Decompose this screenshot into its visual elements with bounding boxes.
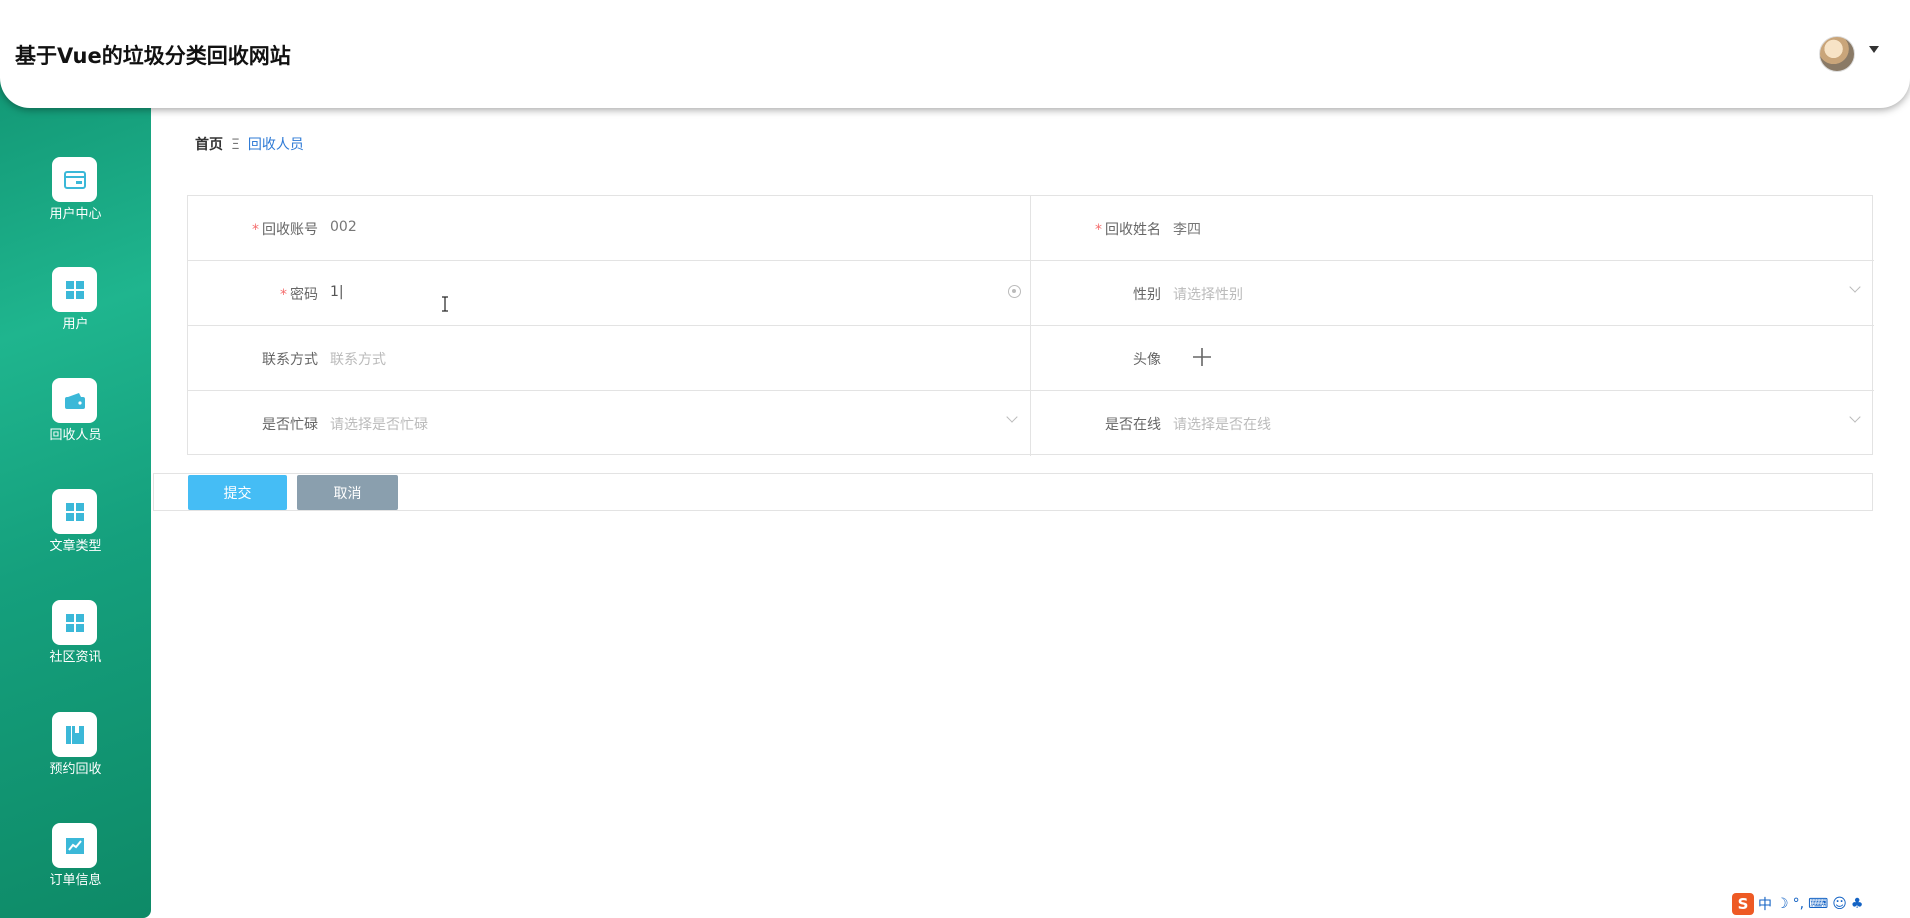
avatar-row: 头像 bbox=[1031, 326, 1874, 391]
contact-input[interactable]: 联系方式 bbox=[330, 349, 386, 369]
name-row: * 回收姓名 李四 bbox=[1031, 196, 1874, 261]
sidebar-item-recyclers[interactable]: 回收人员 bbox=[0, 378, 151, 458]
chevron-down-icon[interactable] bbox=[1849, 411, 1861, 423]
grid-icon bbox=[52, 600, 97, 645]
plus-icon[interactable] bbox=[1191, 346, 1213, 372]
chevron-down-icon[interactable] bbox=[1006, 411, 1018, 423]
breadcrumb-home[interactable]: 首页 bbox=[195, 137, 223, 153]
caret-down-icon[interactable] bbox=[1869, 46, 1879, 53]
account-row: * 回收账号 002 bbox=[188, 196, 1031, 261]
sidebar-item-label: 文章类型 bbox=[49, 539, 102, 554]
user-icon[interactable]: ☺ bbox=[1832, 896, 1847, 912]
gender-row: 性别 请选择性别 bbox=[1031, 261, 1874, 326]
account-label: * 回收账号 bbox=[252, 222, 318, 238]
sidebar-item-label: 订单信息 bbox=[49, 873, 102, 888]
submit-button[interactable]: 提交 bbox=[188, 475, 287, 510]
name-label: * 回收姓名 bbox=[1095, 222, 1161, 238]
contact-row: 联系方式 联系方式 bbox=[188, 326, 1031, 391]
sidebar-item-article-types[interactable]: 文章类型 bbox=[0, 489, 151, 569]
busy-select[interactable]: 请选择是否忙碌 bbox=[330, 414, 428, 434]
gender-select[interactable]: 请选择性别 bbox=[1173, 284, 1243, 304]
sidebar-item-orders[interactable]: 订单信息 bbox=[0, 823, 151, 903]
clear-icon[interactable] bbox=[1008, 285, 1021, 298]
password-input[interactable]: 1| bbox=[330, 284, 344, 300]
sidebar-item-community-news[interactable]: 社区资讯 bbox=[0, 600, 151, 680]
shirt-icon[interactable]: ♣ bbox=[1851, 896, 1864, 912]
sidebar-item-user-center[interactable]: 用户中心 bbox=[0, 157, 151, 237]
grid-icon bbox=[52, 267, 97, 312]
password-label: * 密码 bbox=[280, 287, 318, 303]
top-header: 基于Vue的垃圾分类回收网站 bbox=[0, 0, 1910, 108]
moon-icon[interactable]: ☽ bbox=[1776, 896, 1789, 912]
sidebar-item-label: 预约回收 bbox=[49, 762, 102, 777]
busy-row: 是否忙碌 请选择是否忙碌 bbox=[188, 391, 1031, 456]
book-icon bbox=[52, 712, 97, 757]
cancel-button[interactable]: 取消 bbox=[297, 475, 398, 510]
breadcrumb: 首页 Ξ 回收人员 bbox=[195, 134, 304, 154]
sidebar-item-booking[interactable]: 预约回收 bbox=[0, 712, 151, 792]
breadcrumb-separator: Ξ bbox=[231, 137, 240, 153]
sidebar-item-users[interactable]: 用户 bbox=[0, 267, 151, 347]
sidebar-item-label: 用户 bbox=[62, 317, 89, 332]
wallet-icon bbox=[52, 378, 97, 423]
breadcrumb-current[interactable]: 回收人员 bbox=[248, 137, 304, 153]
text-cursor-icon bbox=[440, 296, 450, 312]
ime-punctuation[interactable]: °, bbox=[1793, 896, 1804, 912]
site-title: 基于Vue的垃圾分类回收网站 bbox=[15, 44, 291, 68]
online-label: 是否在线 bbox=[1105, 417, 1161, 433]
sogou-logo-icon[interactable]: S bbox=[1732, 893, 1754, 915]
account-input[interactable]: 002 bbox=[330, 219, 357, 235]
chart-icon bbox=[52, 823, 97, 868]
contact-label: 联系方式 bbox=[262, 352, 318, 368]
online-select[interactable]: 请选择是否在线 bbox=[1173, 414, 1271, 434]
form-actions: 提交 取消 bbox=[153, 473, 1873, 511]
sidebar-item-label: 用户中心 bbox=[49, 207, 102, 222]
card-icon bbox=[52, 157, 97, 202]
ime-toolbar: S 中 ☽ °, ⌨ ☺ ♣ bbox=[1732, 893, 1863, 915]
keyboard-icon[interactable]: ⌨ bbox=[1808, 896, 1828, 912]
grid-icon bbox=[52, 489, 97, 534]
recycler-form: * 回收账号 002 * 回收姓名 李四 * 密码 1| 性别 请选择性别 联系方式 … bbox=[187, 195, 1874, 456]
sidebar: 用户中心 用户 回收人员 文章类型 社区资讯 预约回收 订单信息 bbox=[0, 0, 151, 918]
password-row: * 密码 1| bbox=[188, 261, 1031, 326]
avatar-label: 头像 bbox=[1133, 352, 1161, 368]
gender-label: 性别 bbox=[1133, 287, 1161, 303]
name-input[interactable]: 李四 bbox=[1173, 219, 1201, 239]
chevron-down-icon[interactable] bbox=[1849, 281, 1861, 293]
avatar[interactable] bbox=[1819, 36, 1855, 72]
online-row: 是否在线 请选择是否在线 bbox=[1031, 391, 1874, 456]
ime-language[interactable]: 中 bbox=[1758, 894, 1772, 914]
sidebar-item-label: 社区资讯 bbox=[49, 650, 102, 665]
busy-label: 是否忙碌 bbox=[262, 417, 318, 433]
sidebar-item-label: 回收人员 bbox=[49, 428, 102, 443]
